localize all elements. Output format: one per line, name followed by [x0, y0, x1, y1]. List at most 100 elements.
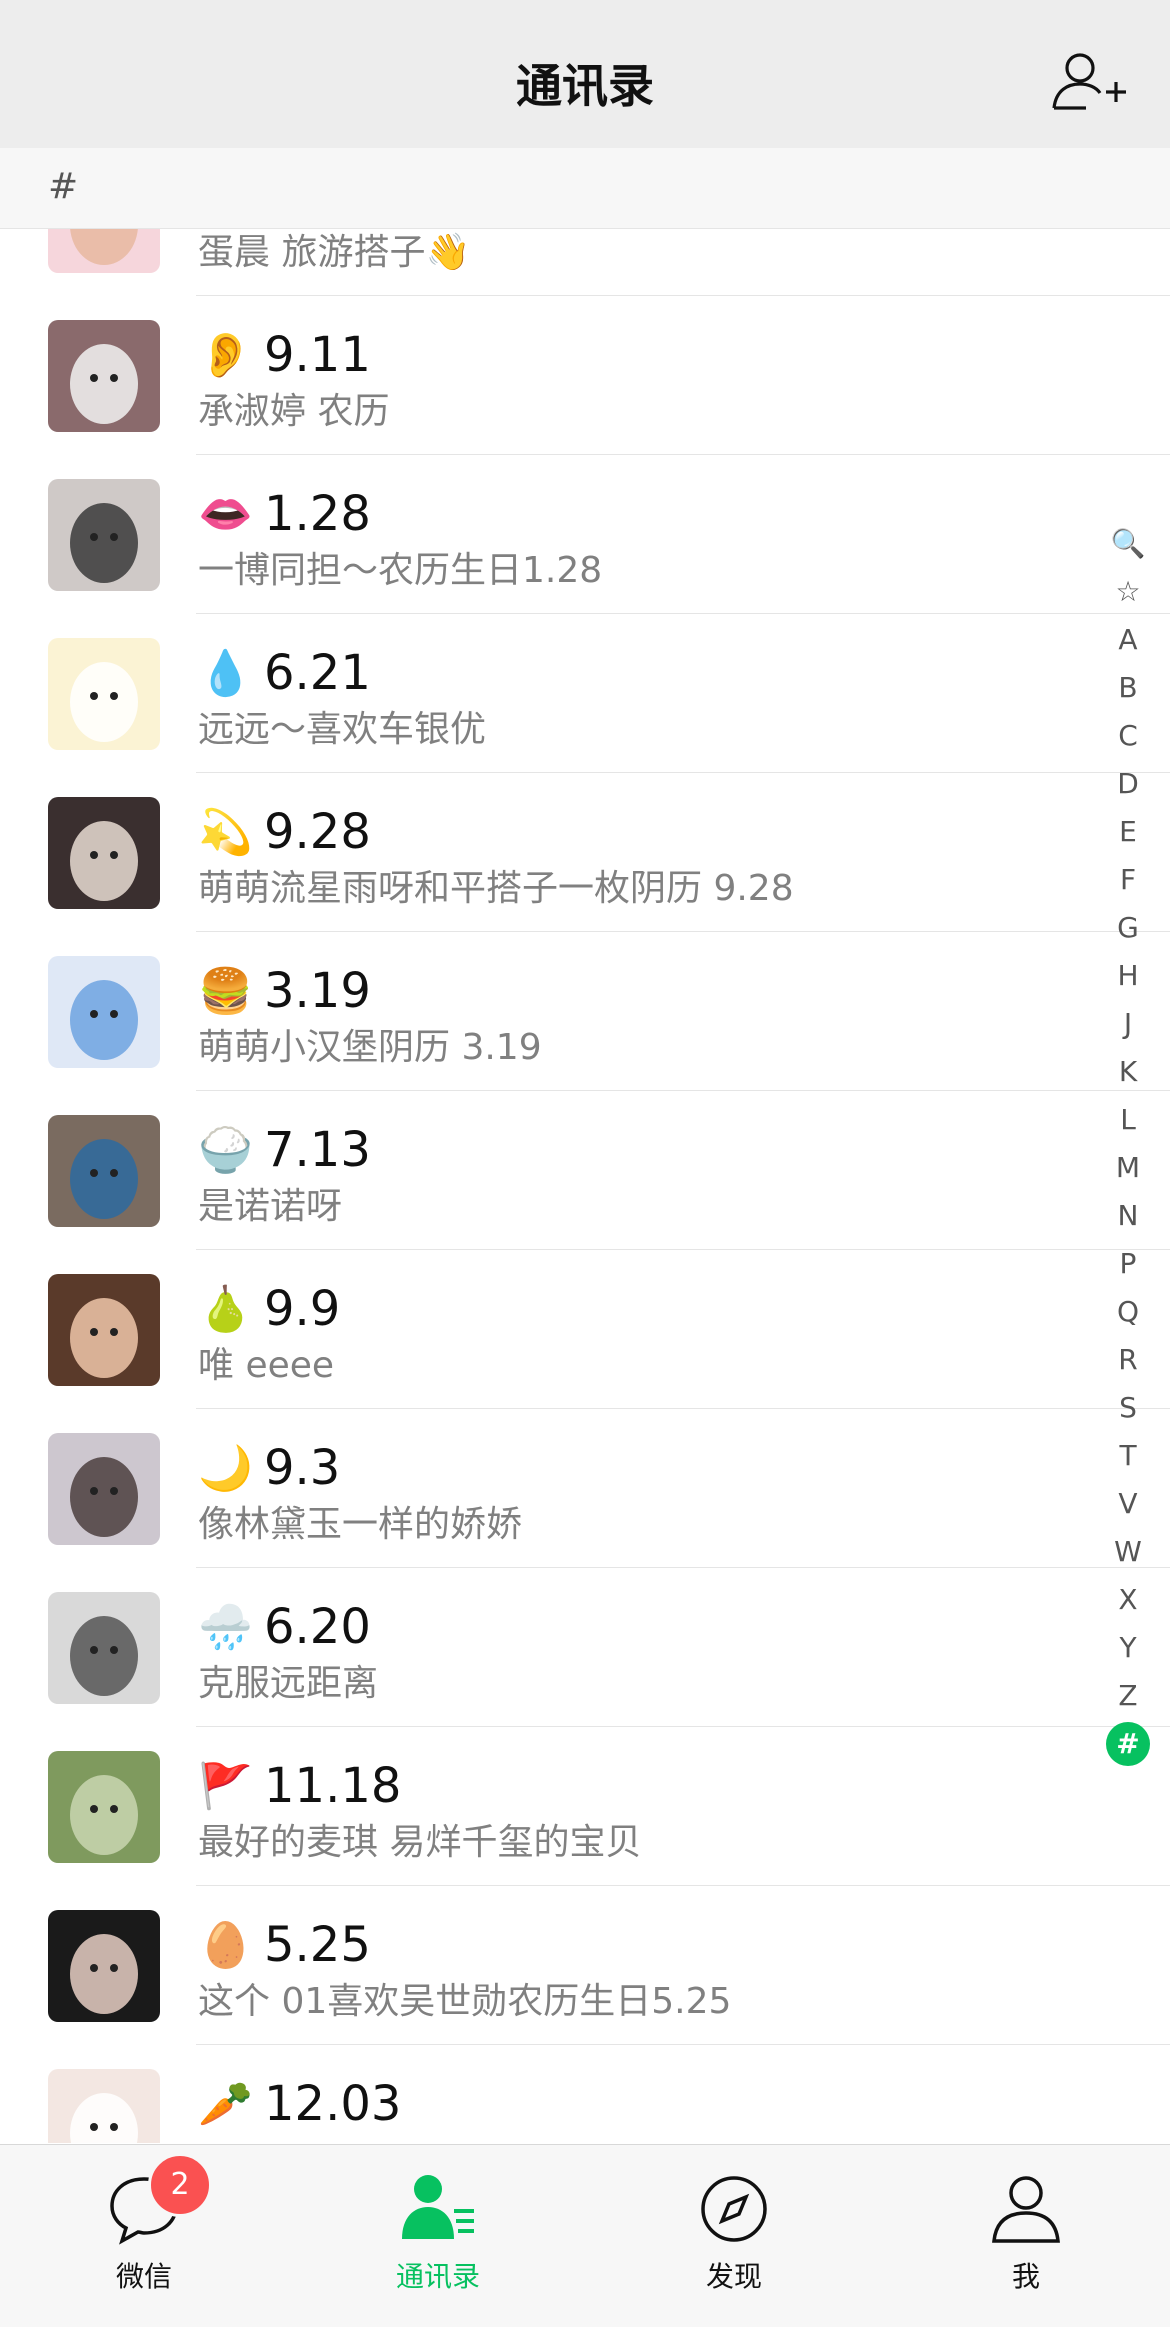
index-letter[interactable]: T: [1098, 1432, 1158, 1480]
index-letter[interactable]: H: [1098, 952, 1158, 1000]
contact-row[interactable]: 🌙 9.3 像林黛玉一样的娇娇: [0, 1409, 1170, 1568]
page-title: 通讯录: [516, 59, 654, 113]
index-letter[interactable]: V: [1098, 1480, 1158, 1528]
avatar: [48, 2069, 160, 2143]
tab-chats-label: 微信: [115, 2260, 172, 2293]
index-letter-label: G: [1117, 911, 1139, 944]
index-letter[interactable]: #: [1098, 1720, 1158, 1768]
index-letter-label: C: [1118, 719, 1138, 752]
index-letter-label: K: [1118, 1055, 1138, 1088]
index-letter-label: D: [1117, 767, 1139, 800]
profile-icon: [986, 2169, 1066, 2249]
index-letter[interactable]: Y: [1098, 1624, 1158, 1672]
index-letter-label: ☆: [1115, 575, 1141, 608]
avatar: [48, 320, 160, 432]
add-contact-icon[interactable]: [1050, 50, 1130, 114]
index-letter[interactable]: ☆: [1098, 568, 1158, 616]
emoji-icon: 🍚: [198, 1125, 253, 1176]
avatar: [48, 1115, 160, 1227]
contact-row[interactable]: 🥕 12.03: [0, 2045, 1170, 2143]
contact-row[interactable]: 🥚 5.25 这个 01喜欢吴世勋农历生日5.25: [0, 1886, 1170, 2045]
index-letter[interactable]: C: [1098, 712, 1158, 760]
contact-name: 9.3: [264, 1440, 341, 1496]
index-letter[interactable]: M: [1098, 1144, 1158, 1192]
index-letter-label: M: [1115, 1151, 1141, 1184]
contact-row[interactable]: 🍚 7.13 是诺诺呀: [0, 1091, 1170, 1250]
index-letter[interactable]: Z: [1098, 1672, 1158, 1720]
index-letter[interactable]: Q: [1098, 1288, 1158, 1336]
contact-row[interactable]: 👄 1.28 一博同担～农历生日1.28: [0, 455, 1170, 614]
avatar: [48, 956, 160, 1068]
avatar: [48, 1433, 160, 1545]
index-letter[interactable]: B: [1098, 664, 1158, 712]
index-letter[interactable]: F: [1098, 856, 1158, 904]
index-letter-label: P: [1119, 1247, 1137, 1280]
contact-remark: 远远～喜欢车银优: [198, 709, 487, 750]
avatar: [48, 479, 160, 591]
tab-discover[interactable]: 发现: [634, 2169, 834, 2295]
contact-row[interactable]: 🌧️ 6.20 克服远距离: [0, 1568, 1170, 1727]
index-letter[interactable]: S: [1098, 1384, 1158, 1432]
contact-name: 5.25: [264, 1917, 371, 1973]
contact-remark: 蛋晨 旅游搭子👋: [198, 232, 471, 273]
contact-row[interactable]: 蛋晨 旅游搭子👋: [0, 229, 1170, 296]
contact-remark: 是诺诺呀: [198, 1186, 343, 1227]
avatar: [48, 1274, 160, 1386]
tab-me[interactable]: 我: [926, 2169, 1126, 2295]
tab-contacts[interactable]: 通讯录: [338, 2169, 538, 2295]
section-label: #: [48, 166, 79, 207]
index-letter-label: E: [1119, 815, 1137, 848]
alphabet-index-bar[interactable]: 🔍 ☆ A B C D E F G H J K L M N P Q R S T V W X Y Z #: [1106, 520, 1170, 1768]
index-letter-label: T: [1119, 1439, 1137, 1472]
contact-remark: 这个 01喜欢吴世勋农历生日5.25: [198, 1981, 732, 2022]
index-letter[interactable]: E: [1098, 808, 1158, 856]
emoji-icon: 💧: [198, 648, 253, 699]
contact-remark: 最好的麦琪 易烊千玺的宝贝: [198, 1822, 642, 1863]
contact-row[interactable]: 💧 6.21 远远～喜欢车银优: [0, 614, 1170, 773]
top-navigation-bar: 通讯录: [0, 0, 1170, 149]
contact-name: 6.21: [264, 645, 371, 701]
contact-name: 9.9: [264, 1281, 341, 1337]
avatar: [48, 1910, 160, 2022]
index-letter-label: F: [1119, 863, 1137, 896]
contact-name: 12.03: [264, 2076, 402, 2132]
emoji-icon: 👂: [198, 330, 253, 381]
index-letter[interactable]: 🔍: [1098, 520, 1158, 568]
contact-remark: 克服远距离: [198, 1663, 379, 1704]
emoji-icon: 🥕: [198, 2079, 253, 2130]
index-letter-label: H: [1117, 959, 1139, 992]
index-letter[interactable]: G: [1098, 904, 1158, 952]
tab-contacts-label: 通讯录: [395, 2260, 480, 2293]
emoji-icon: 🌙: [198, 1443, 253, 1494]
contact-name: 9.28: [264, 804, 371, 860]
emoji-icon: 🍐: [198, 1284, 253, 1335]
index-letter-label: L: [1120, 1103, 1136, 1136]
index-letter[interactable]: A: [1098, 616, 1158, 664]
contacts-icon: [398, 2169, 478, 2249]
index-letter[interactable]: L: [1098, 1096, 1158, 1144]
index-letter[interactable]: J: [1098, 1000, 1158, 1048]
emoji-icon: 🌧️: [198, 1602, 253, 1653]
avatar: [48, 1592, 160, 1704]
compass-icon: [694, 2169, 774, 2249]
contact-row[interactable]: 🍔 3.19 萌萌小汉堡阴历 3.19: [0, 932, 1170, 1091]
index-letter[interactable]: K: [1098, 1048, 1158, 1096]
index-letter-label: N: [1117, 1199, 1139, 1232]
index-letter[interactable]: X: [1098, 1576, 1158, 1624]
contact-row[interactable]: 👂 9.11 承淑婷 农历: [0, 296, 1170, 455]
contact-row[interactable]: 💫 9.28 萌萌流星雨呀和平搭子一枚阴历 9.28: [0, 773, 1170, 932]
index-letter[interactable]: W: [1098, 1528, 1158, 1576]
index-letter[interactable]: D: [1098, 760, 1158, 808]
emoji-icon: 🥚: [198, 1920, 253, 1971]
index-letter-label: A: [1118, 623, 1138, 656]
contact-row[interactable]: 🍐 9.9 唯 eeee: [0, 1250, 1170, 1409]
index-letter[interactable]: N: [1098, 1192, 1158, 1240]
contact-row[interactable]: 🚩 11.18 最好的麦琪 易烊千玺的宝贝: [0, 1727, 1170, 1886]
emoji-icon: 👄: [198, 489, 253, 540]
contact-list[interactable]: 蛋晨 旅游搭子👋 👂 9.11 承淑婷 农历 👄 1.28 一博同担～农历生日1.28 💧 6.…: [0, 229, 1170, 2143]
contact-remark: 承淑婷 农历: [198, 391, 390, 432]
index-letter[interactable]: R: [1098, 1336, 1158, 1384]
tab-chats[interactable]: 2 微信: [44, 2153, 244, 2295]
index-letter-label: J: [1123, 1007, 1133, 1040]
index-letter[interactable]: P: [1098, 1240, 1158, 1288]
